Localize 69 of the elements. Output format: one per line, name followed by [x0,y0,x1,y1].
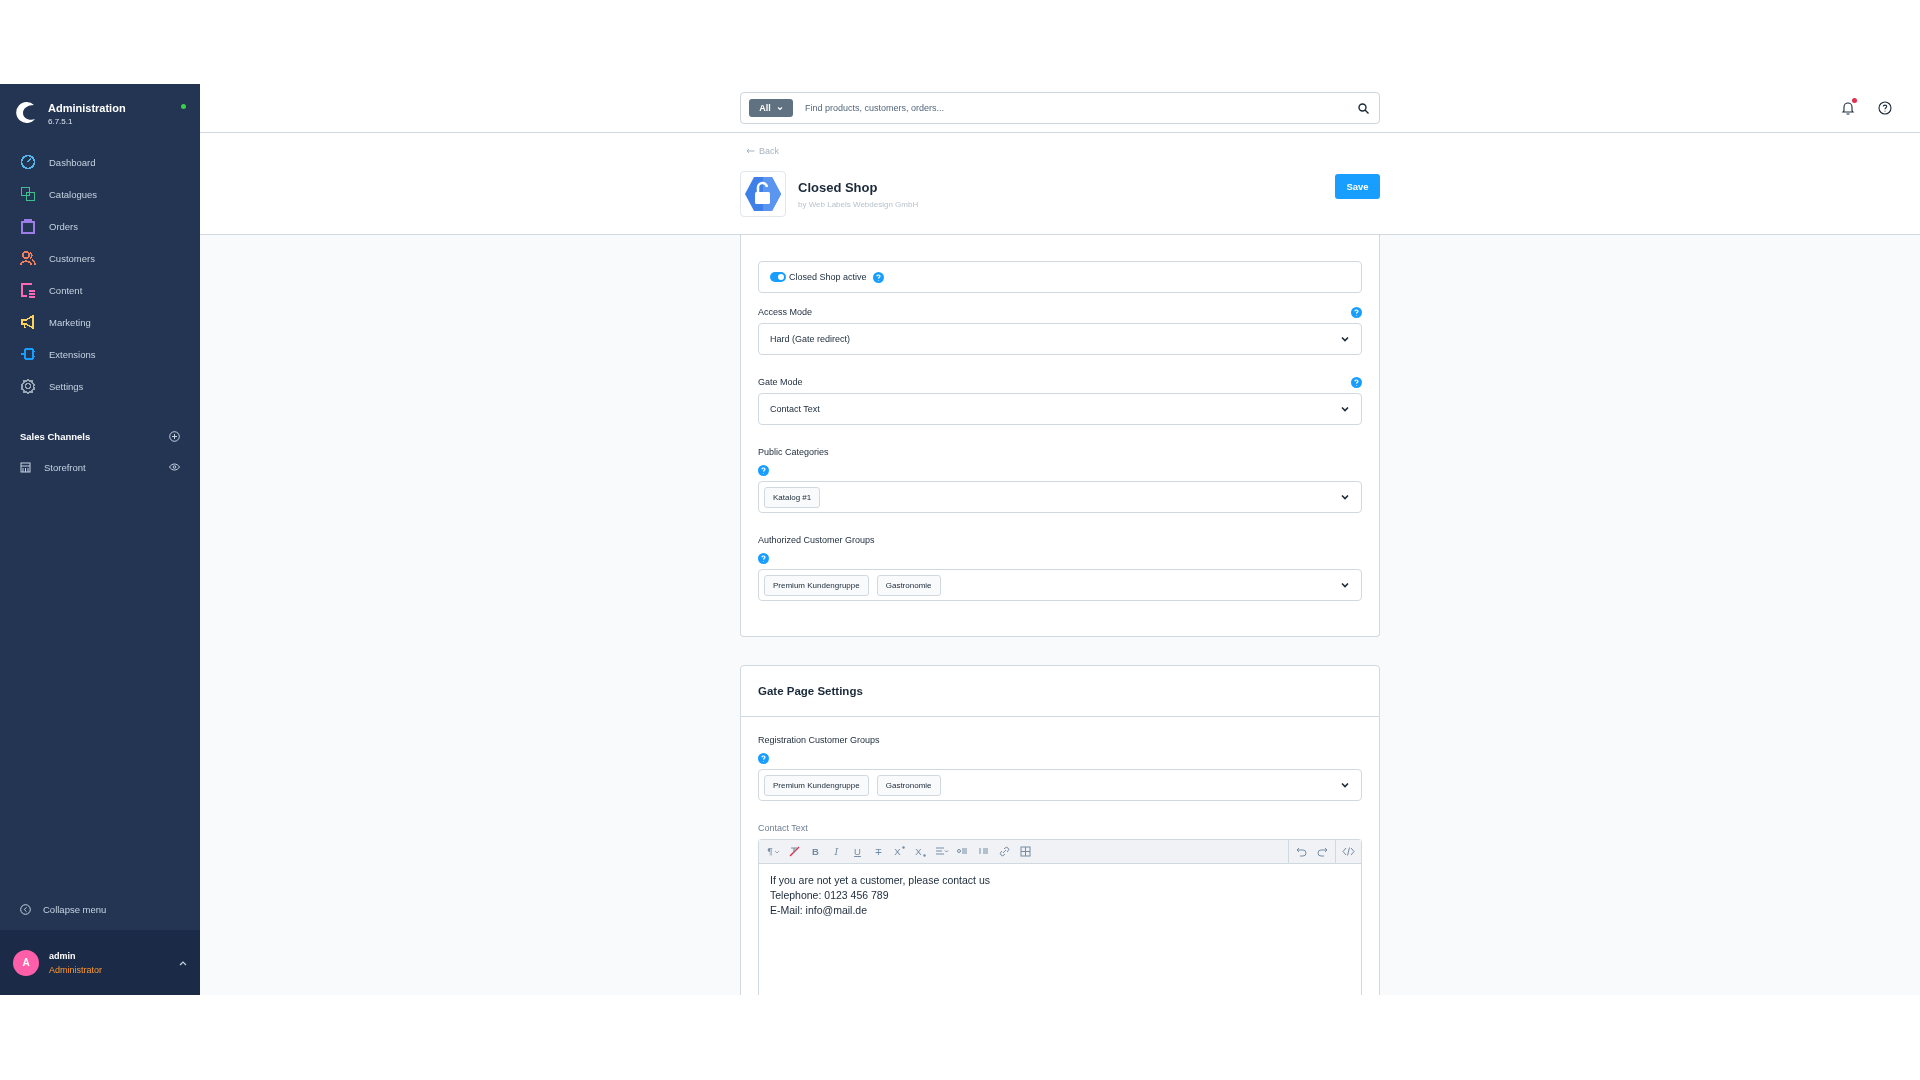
selected-tag[interactable]: Katalog #1 [764,486,821,508]
toggle-label: Closed Shop active [789,272,867,282]
bell-icon[interactable] [1840,100,1856,116]
field-label: Contact Text [758,823,808,833]
user-role: Administrator [49,964,103,975]
nav-item[interactable]: Dashboard [0,146,200,178]
raised-dot-icon [901,846,905,849]
add-icon[interactable] [169,430,180,442]
nav-item[interactable]: Orders [0,210,200,242]
redo-icon [1316,845,1329,858]
search-field[interactable]: All Find products, customers, orders... [740,92,1380,124]
field-label: Gate Mode [758,377,803,387]
nav-item[interactable]: Content [0,274,200,306]
eye-icon[interactable] [169,463,180,471]
storefront-icon [20,461,31,473]
search-scope-dropdown[interactable]: All [749,99,793,117]
code-icon [1342,845,1355,858]
chevron-down-icon[interactable] [1340,334,1350,344]
section-title: Sales Channels [20,430,91,442]
help-icon[interactable] [1878,101,1892,115]
multi-select-field[interactable]: Premium Kundengruppe Gastronomie [758,769,1362,801]
nav-item[interactable]: Catalogues [0,178,200,210]
caret-up-icon[interactable] [179,959,187,966]
editor-text-line: E-Mail: info@mail.de [770,904,869,916]
table-icon [1019,845,1032,858]
chevron-down-icon[interactable] [1340,404,1350,414]
editor-text-line: Telephone: 0123 456 789 [770,889,890,901]
search-icon[interactable] [1358,102,1369,114]
chevron-down-icon[interactable] [1340,580,1350,590]
nav-item[interactable]: Settings [0,370,200,402]
field-label: Authorized Customer Groups [758,535,875,545]
multi-select-field[interactable]: Premium Kundengruppe Gastronomie [758,569,1362,601]
field-label: Access Mode [758,307,813,317]
multi-select-field[interactable]: Katalog #1 [758,481,1362,513]
chevron-down-icon[interactable] [1340,492,1350,502]
field-label: Public Categories [758,447,829,457]
selected-tag[interactable]: Gastronomie [876,574,941,596]
sales-channel-item[interactable]: Storefront [0,452,200,482]
nav-item[interactable]: Extensions [0,338,200,370]
selected-tag[interactable]: Premium Kundengruppe [764,574,869,596]
logo-icon [14,100,38,124]
card-title: Gate Page Settings [741,666,1379,717]
selected-tag[interactable]: Gastronomie [876,774,941,796]
caret-down-icon [776,105,783,111]
lowered-dot-icon [922,854,926,857]
arrow-left-icon [746,148,755,154]
editor-text-line: If you are not yet a customer, please contact us [770,874,992,886]
collapse-menu-button[interactable]: Collapse menu [0,888,200,930]
field-label: Registration Customer Groups [758,735,880,745]
version-label: 6.7.5.1 [48,117,74,126]
link-icon [998,845,1011,858]
align-icon [934,845,949,858]
app-name: Administration [48,102,127,114]
caret-down-icon [774,849,780,854]
extension-logo [740,171,786,217]
nav-item[interactable]: Customers [0,242,200,274]
page-title: Closed Shop [798,179,879,195]
select-field[interactable]: Contact Text [758,393,1362,425]
undo-icon [1295,845,1308,858]
user-name: admin [49,950,77,961]
select-field[interactable]: Hard (Gate redirect) [758,323,1362,355]
collapse-icon [20,903,31,915]
nav-item[interactable]: Marketing [0,306,200,338]
selected-tag[interactable]: Premium Kundengruppe [764,774,869,796]
table-button[interactable] [1017,843,1034,860]
chevron-down-icon[interactable] [1340,780,1350,790]
clear-format-icon [788,845,801,858]
toggle-switch[interactable] [770,272,786,282]
vendor-label: by Web Labels Webdesign GmbH [798,199,920,209]
